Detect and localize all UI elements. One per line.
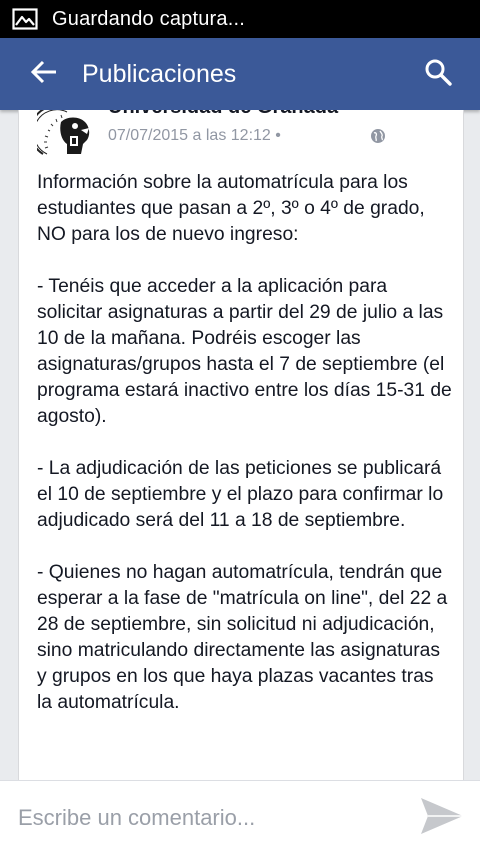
send-icon: [419, 796, 465, 841]
comment-bar: [0, 780, 480, 855]
post-card: Universidad de Granada 07/07/2015 a las …: [18, 110, 464, 780]
page-title: Publicaciones: [82, 59, 237, 88]
post-paragraph: - La adjudicación de las peticiones se p…: [37, 458, 444, 531]
post-timestamp[interactable]: 07/07/2015 a las 12:12 •: [108, 127, 281, 145]
comment-input[interactable]: [18, 798, 416, 838]
status-text: Guardando captura...: [52, 7, 246, 30]
send-button[interactable]: [416, 792, 468, 844]
post-paragraph: Información sobre la automatrícula para …: [37, 172, 425, 245]
back-button[interactable]: [24, 54, 64, 94]
post-paragraph: - Quienes no hagan automatrícula, tendrá…: [37, 562, 448, 713]
search-button[interactable]: [418, 54, 458, 94]
post-paragraph: - Tenéis que acceder a la aplicación par…: [37, 276, 452, 427]
post-header: Universidad de Granada 07/07/2015 a las …: [19, 110, 463, 162]
university-seal-icon: [37, 110, 90, 155]
image-icon: [12, 7, 40, 31]
page-avatar[interactable]: [37, 110, 95, 156]
post-text: Información sobre la automatrícula para …: [37, 170, 452, 742]
globe-icon: [370, 128, 386, 144]
status-bar: Guardando captura...: [0, 0, 480, 38]
search-icon: [424, 58, 452, 91]
arrow-left-icon: [30, 60, 58, 89]
app-bar: Publicaciones: [0, 38, 480, 110]
page-name-link[interactable]: Universidad de Granada: [108, 110, 338, 119]
